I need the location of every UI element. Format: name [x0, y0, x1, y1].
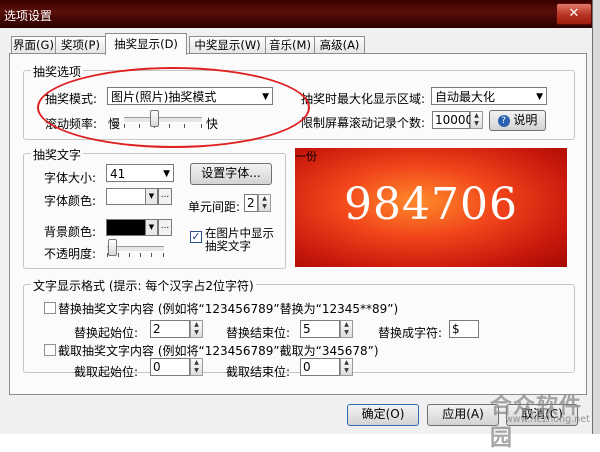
opacity-slider[interactable]: [107, 239, 164, 259]
preview-tag: 一份: [295, 150, 317, 163]
spin-down-icon[interactable]: ▼: [191, 367, 202, 375]
font-color-more-button[interactable]: ...: [158, 188, 172, 205]
mode-label: 抽奖模式:: [45, 92, 98, 106]
font-size-value: 41: [110, 167, 126, 181]
ok-button[interactable]: 确定(O): [347, 404, 419, 426]
cut-start-label: 截取起始位:: [74, 365, 139, 379]
help-button[interactable]: ? 说明: [489, 110, 546, 131]
opacity-label: 不透明度:: [44, 247, 97, 261]
spin-up-icon[interactable]: ▲: [191, 359, 202, 367]
replace-end-spinner[interactable]: ▲ ▼: [340, 320, 353, 338]
close-icon: ✕: [568, 6, 580, 21]
maximize-label: 抽奖时最大化显示区域:: [301, 92, 426, 106]
text-format-label: 文字显示格式 (提示: 每个汉字占2位字符): [31, 277, 256, 294]
scroll-speed-label: 滚动频率:: [45, 117, 98, 131]
chevron-down-icon: ▼: [262, 92, 269, 102]
spin-up-icon[interactable]: ▲: [259, 195, 270, 203]
font-color-swatch[interactable]: [106, 188, 146, 205]
spin-down-icon[interactable]: ▼: [341, 367, 352, 375]
tab-interface[interactable]: 界面(G): [11, 36, 56, 54]
mode-value: 图片(照片)抽奖模式: [111, 90, 217, 104]
spin-up-icon[interactable]: ▲: [341, 321, 352, 329]
spin-up-icon[interactable]: ▲: [191, 321, 202, 329]
limit-spinner[interactable]: ▲ ▼: [470, 111, 483, 129]
cut-end-input[interactable]: 0: [300, 358, 340, 376]
tab-lottery-display[interactable]: 抽奖显示(D): [105, 33, 187, 55]
replace-start-input[interactable]: 2: [150, 320, 190, 338]
cell-spacing-spinner[interactable]: ▲ ▼: [258, 194, 271, 212]
replace-label: 替换抽奖文字内容 (例如将“123456789”替换为“12345**89”): [58, 302, 399, 316]
cut-checkbox[interactable]: [44, 344, 56, 356]
tab-prizes[interactable]: 奖项(P): [55, 36, 106, 54]
bg-color-label: 背景颜色:: [44, 225, 97, 239]
spin-up-icon[interactable]: ▲: [471, 112, 482, 120]
bg-color-more-button[interactable]: ...: [158, 219, 172, 236]
slider-ticks: [124, 124, 202, 128]
replace-end-input[interactable]: 5: [300, 320, 340, 338]
bg-color-swatch[interactable]: [106, 219, 146, 236]
replace-char-input[interactable]: $: [449, 320, 479, 338]
chevron-down-icon: ▼: [148, 192, 155, 200]
replace-checkbox[interactable]: [44, 302, 56, 314]
fast-label: 快: [206, 117, 219, 131]
show-in-image-label: 在图片中显示抽奖文字: [205, 226, 274, 253]
slow-label: 慢: [108, 117, 121, 131]
font-size-select[interactable]: 41 ▼: [106, 164, 174, 182]
window-title: 选项设置: [4, 9, 53, 23]
preview-number: 984706: [344, 179, 518, 230]
help-icon: ?: [497, 114, 510, 127]
spin-down-icon[interactable]: ▼: [259, 203, 270, 211]
cell-spacing-input[interactable]: 2: [244, 194, 258, 212]
bg-color-dropdown[interactable]: ▼: [145, 219, 158, 236]
font-color-label: 字体颜色:: [44, 194, 97, 208]
chevron-down-icon: ▼: [536, 92, 543, 102]
tab-music[interactable]: 音乐(M): [265, 36, 315, 54]
preview-image: 一份 984706: [295, 148, 567, 267]
close-button[interactable]: ✕: [556, 3, 592, 25]
font-color-dropdown[interactable]: ▼: [145, 188, 158, 205]
cut-end-spinner[interactable]: ▲ ▼: [340, 358, 353, 376]
spin-down-icon[interactable]: ▼: [341, 329, 352, 337]
mode-select[interactable]: 图片(照片)抽奖模式 ▼: [107, 87, 273, 105]
maximize-value: 自动最大化: [435, 90, 496, 104]
cut-start-input[interactable]: 0: [150, 358, 190, 376]
chevron-down-icon: ▼: [163, 169, 170, 179]
apply-button[interactable]: 应用(A): [427, 404, 499, 426]
lottery-text-label: 抽奖文字: [31, 146, 84, 163]
replace-start-label: 替换起始位:: [74, 326, 139, 340]
spin-down-icon[interactable]: ▼: [191, 329, 202, 337]
limit-label: 限制屏幕滚动记录个数:: [301, 116, 426, 130]
limit-input[interactable]: 10000: [432, 111, 473, 129]
cell-spacing-label: 单元间距:: [188, 200, 241, 214]
replace-char-label: 替换成字符:: [378, 326, 443, 340]
replace-start-spinner[interactable]: ▲ ▼: [190, 320, 203, 338]
cut-end-label: 截取结束位:: [226, 365, 291, 379]
chevron-down-icon: ▼: [148, 223, 155, 231]
options-dialog: 选项设置 ✕ 界面(G) 奖项(P) 抽奖显示(D) 中奖显示(W) 音乐(M)…: [0, 0, 593, 451]
cut-label: 截取抽奖文字内容 (例如将“123456789”截取为“345678”): [58, 344, 379, 358]
spin-down-icon[interactable]: ▼: [471, 120, 482, 128]
show-in-image-checkbox[interactable]: ✓: [190, 231, 202, 243]
tab-advanced[interactable]: 高级(A): [314, 36, 365, 54]
slider-thumb[interactable]: [108, 239, 117, 256]
lottery-options-label: 抽奖选项: [31, 63, 84, 80]
font-size-label: 字体大小:: [44, 171, 97, 185]
help-button-label: 说明: [513, 113, 538, 127]
cut-start-spinner[interactable]: ▲ ▼: [190, 358, 203, 376]
replace-end-label: 替换结束位:: [226, 326, 291, 340]
scroll-speed-slider[interactable]: [124, 110, 202, 130]
set-font-button[interactable]: 设置字体...: [190, 163, 272, 185]
maximize-select[interactable]: 自动最大化 ▼: [431, 87, 547, 105]
tab-winner-display[interactable]: 中奖显示(W): [189, 36, 266, 54]
title-bar[interactable]: 选项设置 ✕: [0, 0, 592, 28]
slider-thumb[interactable]: [150, 110, 159, 127]
watermark-url: www.hezhong.net: [505, 414, 590, 425]
spin-up-icon[interactable]: ▲: [341, 359, 352, 367]
